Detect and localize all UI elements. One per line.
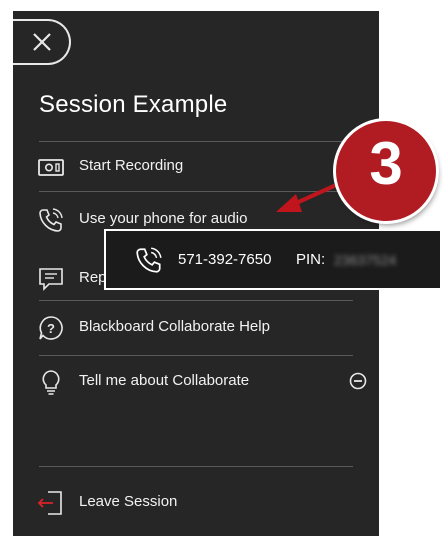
callout-arrow [276, 179, 346, 212]
step-number-badge: 3 [336, 121, 436, 221]
step-number: 3 [369, 130, 403, 197]
